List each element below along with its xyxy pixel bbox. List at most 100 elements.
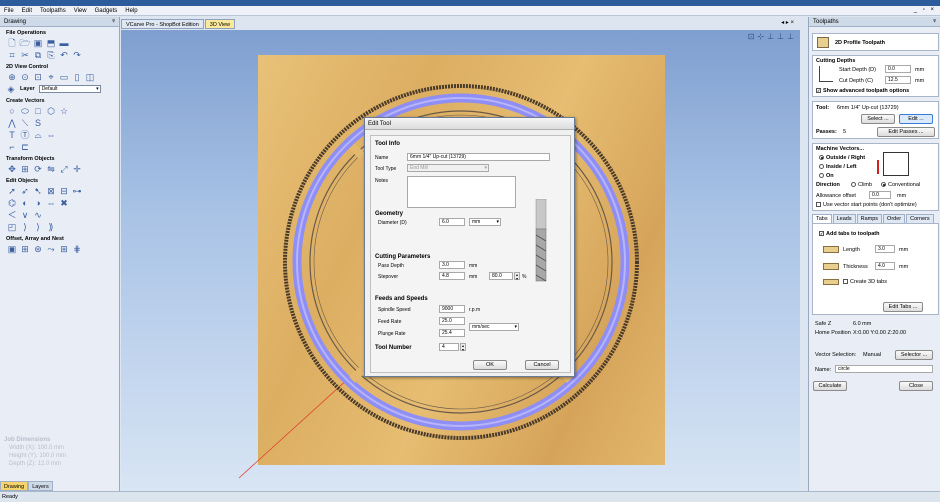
add-tabs-checkbox[interactable]: ✓ (819, 231, 824, 237)
bracket-left-icon[interactable]: ⟩ (20, 222, 30, 232)
tab-layers[interactable]: Layers (28, 481, 53, 491)
conventional-option[interactable]: Conventional (881, 182, 920, 188)
use-vector-start-option[interactable]: Use vector start points (don't optimize) (816, 202, 917, 208)
dimension-icon[interactable]: ⇔ (46, 130, 56, 140)
circular-copy-icon[interactable]: ⊛ (33, 244, 43, 254)
edit-tabs-button[interactable]: Edit Tabs ... (883, 302, 923, 312)
view-2d-icon[interactable]: ▭ (59, 72, 69, 82)
layer-select[interactable]: Default ▾ (38, 85, 101, 93)
toolpath-name-input[interactable]: circle (835, 365, 933, 373)
bracket-right-icon[interactable]: ⟩ (33, 222, 43, 232)
dogbone-icon[interactable]: ⊏ (20, 142, 30, 152)
menu-toolpaths[interactable]: Toolpaths (36, 6, 70, 16)
pan-icon[interactable]: ⌖ (46, 72, 56, 82)
open-folder-icon[interactable]: 🗁 (19, 38, 30, 48)
mirror-icon[interactable]: ⇋ (46, 164, 56, 174)
move-icon[interactable]: ✥ (7, 164, 17, 174)
fillet-icon[interactable]: ⌐ (7, 142, 17, 152)
copy-along-icon[interactable]: ⤳ (46, 244, 56, 254)
job-setup-icon[interactable]: ⌗ (7, 50, 17, 60)
show-advanced-checkbox[interactable]: ✓ (816, 88, 821, 94)
close-button[interactable]: Close (899, 381, 933, 391)
smooth-icon[interactable]: ∨ (20, 210, 30, 220)
outside-radio[interactable] (819, 155, 824, 161)
cut-depth-input[interactable]: 12.5 (885, 76, 911, 84)
tool-type-select[interactable]: End Mill ▾ (407, 164, 489, 172)
star-icon[interactable]: ☆ (59, 106, 69, 116)
curve-icon[interactable]: S (33, 118, 43, 128)
tool-number-input[interactable]: 4 (439, 343, 459, 351)
conventional-radio[interactable] (881, 182, 886, 188)
diameter-input[interactable]: 6.0 (439, 218, 465, 226)
view-split-icon[interactable]: ◫ (85, 72, 95, 82)
cancel-button[interactable]: Cancel (525, 360, 559, 370)
ellipse-icon[interactable]: ⬭ (20, 106, 30, 116)
feed-rate-input[interactable]: 25.0 (439, 317, 465, 325)
menu-file[interactable]: File (0, 6, 18, 16)
text-arc-icon[interactable]: ⌓ (33, 130, 43, 140)
stepover-spinner[interactable]: ▴ ▾ (514, 272, 520, 280)
on-radio[interactable] (819, 173, 824, 179)
inside-radio[interactable] (819, 164, 824, 170)
rectangle-icon[interactable]: □ (33, 106, 43, 116)
zoom-in-icon[interactable]: ⊙ (20, 72, 30, 82)
nest-icon[interactable]: ⊞ (59, 244, 69, 254)
create-3d-tabs-option[interactable]: Create 3D tabs (843, 279, 887, 285)
new-file-icon[interactable]: 🗋 (7, 38, 17, 48)
start-depth-input[interactable]: 0.0 (885, 65, 911, 73)
array-icon[interactable]: ⋕ (72, 244, 82, 254)
create-3d-tabs-checkbox[interactable] (843, 279, 848, 285)
rotate-icon[interactable]: ⟳ (33, 164, 43, 174)
pass-depth-input[interactable]: 3.0 (439, 261, 465, 269)
document-controls[interactable]: ◂ ▸ × (781, 19, 794, 26)
notes-textarea[interactable] (407, 176, 516, 208)
menu-gadgets[interactable]: Gadgets (91, 6, 122, 16)
selector-button[interactable]: Selector ... (895, 350, 933, 360)
add-tabs-option[interactable]: ✓ Add tabs to toolpath (819, 231, 879, 237)
tab-3d-view[interactable]: 3D View (204, 19, 236, 29)
distort-icon[interactable]: ✛ (72, 164, 82, 174)
length-input[interactable]: 3.0 (875, 245, 895, 253)
rate-unit-select[interactable]: mm/sec ▾ (469, 323, 519, 331)
import-icon[interactable]: ⬒ (46, 38, 56, 48)
join-icon[interactable]: ⊶ (72, 186, 82, 196)
thickness-input[interactable]: 4.0 (875, 262, 895, 270)
use-vector-start-checkbox[interactable] (816, 202, 821, 208)
outside-option[interactable]: Outside / Right (819, 155, 865, 161)
stepover-input[interactable]: 4.8 (439, 272, 465, 280)
intersect-icon[interactable]: ◑ (33, 198, 43, 208)
group-icon[interactable]: ⊠ (46, 186, 56, 196)
zoom-box-icon[interactable]: ⊡ (33, 72, 43, 82)
cut-icon[interactable]: ✂ (20, 50, 30, 60)
climb-option[interactable]: Climb (851, 182, 872, 188)
menu-view[interactable]: View (70, 6, 91, 16)
pin-icon[interactable]: ᵠ (112, 17, 115, 27)
block-copy-icon[interactable]: ⊞ (20, 244, 30, 254)
curve-fit-icon[interactable]: ∿ (33, 210, 43, 220)
show-advanced-option[interactable]: ✓ Show advanced toolpath options (816, 88, 909, 94)
zoom-all-icon[interactable]: ⊕ (7, 72, 17, 82)
bracket-end-icon[interactable]: ⟫ (46, 222, 56, 232)
line-icon[interactable]: ⟍ (20, 118, 30, 128)
diameter-unit-select[interactable]: mm ▾ (469, 218, 501, 226)
ungroup-icon[interactable]: ⊟ (59, 186, 69, 196)
weld-icon[interactable]: ⌬ (7, 198, 17, 208)
stepover-percent-input[interactable]: 80.0 (489, 272, 513, 280)
select-icon[interactable]: ➚ (7, 186, 17, 196)
close-vector-icon[interactable]: ✖ (59, 198, 69, 208)
tool-number-spinner[interactable]: ▴ ▾ (460, 343, 466, 351)
scale-icon[interactable]: ⤢ (59, 164, 69, 174)
subtract-icon[interactable]: ◐ (20, 198, 30, 208)
undo-icon[interactable]: ↶ (59, 50, 69, 60)
align-icon[interactable]: ⊞ (20, 164, 30, 174)
window-controls[interactable]: _ ▫ × (914, 7, 936, 13)
node-edit-icon[interactable]: ➶ (20, 186, 30, 196)
interactive-select-icon[interactable]: ➷ (33, 186, 43, 196)
tool-name-input[interactable]: 6mm 1/4" Up-cut (13729) (407, 153, 550, 161)
tab-design[interactable]: VCarve Pro - ShopBot Edition (121, 19, 204, 29)
ok-button[interactable]: OK (473, 360, 507, 370)
text-icon[interactable]: T (7, 130, 17, 140)
text-frame-icon[interactable]: Ⓣ (20, 130, 30, 140)
calculate-button[interactable]: Calculate (813, 381, 847, 391)
spindle-speed-input[interactable]: 9000 (439, 305, 465, 313)
